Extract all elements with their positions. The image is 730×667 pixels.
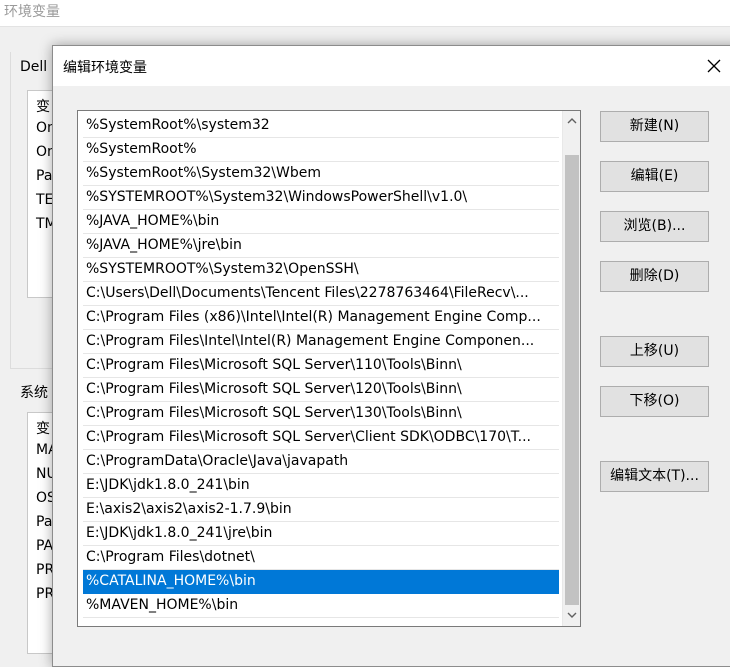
path-row[interactable]: C:\Program Files\Microsoft SQL Server\Cl… (83, 426, 559, 450)
path-row[interactable]: %JAVA_HOME%\bin (83, 210, 559, 234)
dialog-title-bar: 编辑环境变量 (53, 46, 730, 86)
path-row[interactable]: %CATALINA_HOME%\bin (83, 570, 559, 594)
path-list[interactable]: %SystemRoot%\system32 %SystemRoot% %System… (77, 110, 581, 627)
path-row[interactable]: C:\ProgramData\Oracle\Java\javapath (83, 450, 559, 474)
edit-button[interactable]: 编辑(E) (600, 161, 709, 192)
list-item: 变 (36, 99, 50, 115)
path-row[interactable]: E:\JDK\jdk1.8.0_241\jre\bin (83, 522, 559, 546)
path-row[interactable]: %MAVEN_HOME%\bin (83, 594, 559, 618)
close-icon (707, 59, 721, 73)
move-down-button[interactable]: 下移(O) (600, 386, 709, 417)
path-row[interactable]: C:\Program Files\Microsoft SQL Server\12… (83, 378, 559, 402)
browse-button[interactable]: 浏览(B)... (600, 211, 709, 242)
vertical-scrollbar[interactable] (562, 111, 580, 626)
path-row[interactable]: %SystemRoot%\system32 (83, 114, 559, 138)
scroll-down-button[interactable] (563, 606, 580, 626)
list-item: Pa (36, 514, 53, 530)
dialog-title: 编辑环境变量 (63, 60, 147, 76)
path-row[interactable]: C:\Users\Dell\Documents\Tencent Files\22… (83, 282, 559, 306)
path-row[interactable]: %JAVA_HOME%\jre\bin (83, 234, 559, 258)
list-item: TE (36, 192, 54, 208)
scroll-up-button[interactable] (563, 111, 580, 131)
new-button[interactable]: 新建(N) (600, 111, 709, 142)
user-variables-group-label: Dell (20, 59, 48, 75)
path-row[interactable]: E:\axis2\axis2\axis2-1.7.9\bin (83, 498, 559, 522)
list-item: PA (36, 538, 54, 554)
delete-button[interactable]: 删除(D) (600, 261, 709, 292)
user-group-frame-bottom (10, 368, 52, 369)
path-row[interactable]: %SystemRoot% (83, 138, 559, 162)
path-row[interactable]: C:\Program Files\Intel\Intel(R) Manageme… (83, 330, 559, 354)
path-row[interactable]: %SystemRoot%\System32\Wbem (83, 162, 559, 186)
parent-title-bar: 环境变量 (0, 0, 730, 27)
list-item: 变 (36, 421, 50, 437)
path-row[interactable]: C:\Program Files\Microsoft SQL Server\13… (83, 402, 559, 426)
scrollbar-thumb[interactable] (565, 155, 579, 605)
path-row[interactable]: C:\Program Files (x86)\Intel\Intel(R) Ma… (83, 306, 559, 330)
path-rows: %SystemRoot%\system32 %SystemRoot% %System… (83, 114, 559, 618)
user-group-frame (10, 52, 11, 368)
path-row[interactable]: C:\Program Files\dotnet\ (83, 546, 559, 570)
path-row[interactable]: C:\Program Files\Microsoft SQL Server\11… (83, 354, 559, 378)
parent-window-title: 环境变量 (4, 4, 60, 20)
path-row[interactable]: %SYSTEMROOT%\System32\OpenSSH\ (83, 258, 559, 282)
edit-environment-variable-dialog: 编辑环境变量 %SystemRoot%\system32 %SystemRoot%… (52, 45, 730, 667)
edit-text-button[interactable]: 编辑文本(T)... (600, 461, 709, 492)
path-row[interactable]: E:\JDK\jdk1.8.0_241\bin (83, 474, 559, 498)
chevron-down-icon (567, 612, 577, 618)
move-up-button[interactable]: 上移(U) (600, 336, 709, 367)
list-item: Pa (36, 168, 53, 184)
close-button[interactable] (693, 46, 730, 86)
path-row[interactable]: %SYSTEMROOT%\System32\WindowsPowerShell\… (83, 186, 559, 210)
chevron-up-icon (567, 118, 577, 124)
system-variables-group-label: 系统 (20, 385, 48, 401)
